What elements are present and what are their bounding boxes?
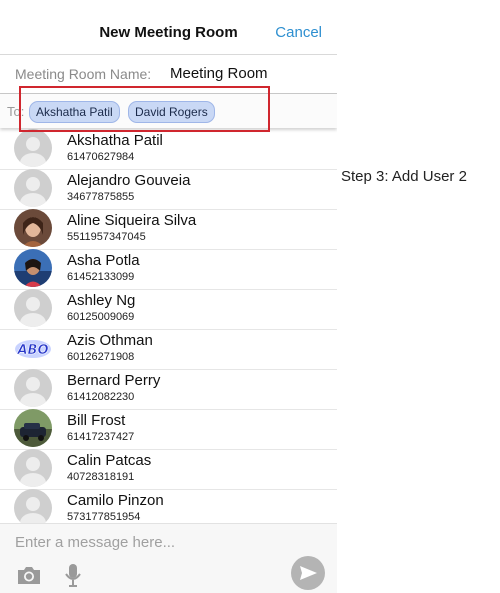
contact-number: 61470627984	[67, 151, 135, 163]
step-annotation: Step 3: Add User 2	[341, 168, 467, 185]
contact-name: Akshatha Patil	[67, 132, 163, 149]
contact-row[interactable]: ABO Azis Othman 60126271908	[0, 329, 337, 370]
contact-number: 60125009069	[67, 311, 135, 323]
microphone-icon[interactable]	[64, 562, 82, 593]
camera-icon[interactable]	[16, 564, 42, 591]
contact-name: Ashley Ng	[67, 292, 136, 309]
contact-number: 573177851954	[67, 511, 141, 523]
photo-avatar	[14, 409, 52, 447]
contact-row[interactable]: Camilo Pinzon 573177851954	[0, 489, 337, 523]
contact-number: 61412082230	[67, 391, 135, 403]
contact-list[interactable]: Akshatha Patil 61470627984 Alejandro Gou…	[0, 129, 337, 523]
contact-row[interactable]: Akshatha Patil 61470627984	[0, 129, 337, 170]
contact-number: 61452133099	[67, 271, 135, 283]
contact-row[interactable]: Calin Patcas 40728318191	[0, 449, 337, 490]
phone-screen: New Meeting Room Cancel Meeting Room Nam…	[0, 0, 337, 593]
message-composer: Enter a message here...	[0, 523, 337, 593]
send-icon[interactable]	[291, 556, 325, 593]
contact-name: Bernard Perry	[67, 372, 161, 389]
contact-name: Azis Othman	[67, 332, 153, 349]
annotation-highlight-box	[19, 86, 270, 132]
default-avatar-icon	[14, 449, 52, 487]
meeting-room-name-label: Meeting Room Name:	[15, 66, 152, 82]
photo-avatar	[14, 249, 52, 287]
contact-number: 61417237427	[67, 431, 135, 443]
contact-row[interactable]: Ashley Ng 60125009069	[0, 289, 337, 330]
contact-row[interactable]: Aline Siqueira Silva 5511957347045	[0, 209, 337, 250]
message-input[interactable]: Enter a message here...	[15, 534, 175, 551]
contact-number: 5511957347045	[67, 231, 146, 243]
contact-row[interactable]: Alejandro Gouveia 34677875855	[0, 169, 337, 210]
contact-number: 40728318191	[67, 471, 135, 483]
default-avatar-icon	[14, 169, 52, 207]
contact-name: Alejandro Gouveia	[67, 172, 191, 189]
contact-row[interactable]: Bernard Perry 61412082230	[0, 369, 337, 410]
default-avatar-icon	[14, 369, 52, 407]
contact-name: Asha Potla	[67, 252, 140, 269]
default-avatar-icon	[14, 129, 52, 167]
contact-name: Camilo Pinzon	[67, 492, 164, 509]
abo-logo-avatar: ABO	[14, 329, 52, 367]
default-avatar-icon	[14, 489, 52, 523]
svg-text:ABO: ABO	[16, 343, 48, 358]
cancel-button[interactable]: Cancel	[275, 24, 322, 41]
default-avatar-icon	[14, 289, 52, 327]
navigation-bar: New Meeting Room Cancel	[0, 0, 337, 55]
contact-name: Bill Frost	[67, 412, 126, 429]
contact-row[interactable]: Bill Frost 61417237427	[0, 409, 337, 450]
contact-number: 34677875855	[67, 191, 135, 203]
meeting-room-name-field[interactable]: Meeting Room	[170, 65, 268, 82]
contact-name: Aline Siqueira Silva	[67, 212, 197, 229]
contact-row[interactable]: Asha Potla 61452133099	[0, 249, 337, 290]
contact-number: 60126271908	[67, 351, 135, 363]
photo-avatar	[14, 209, 52, 247]
contact-name: Calin Patcas	[67, 452, 152, 469]
